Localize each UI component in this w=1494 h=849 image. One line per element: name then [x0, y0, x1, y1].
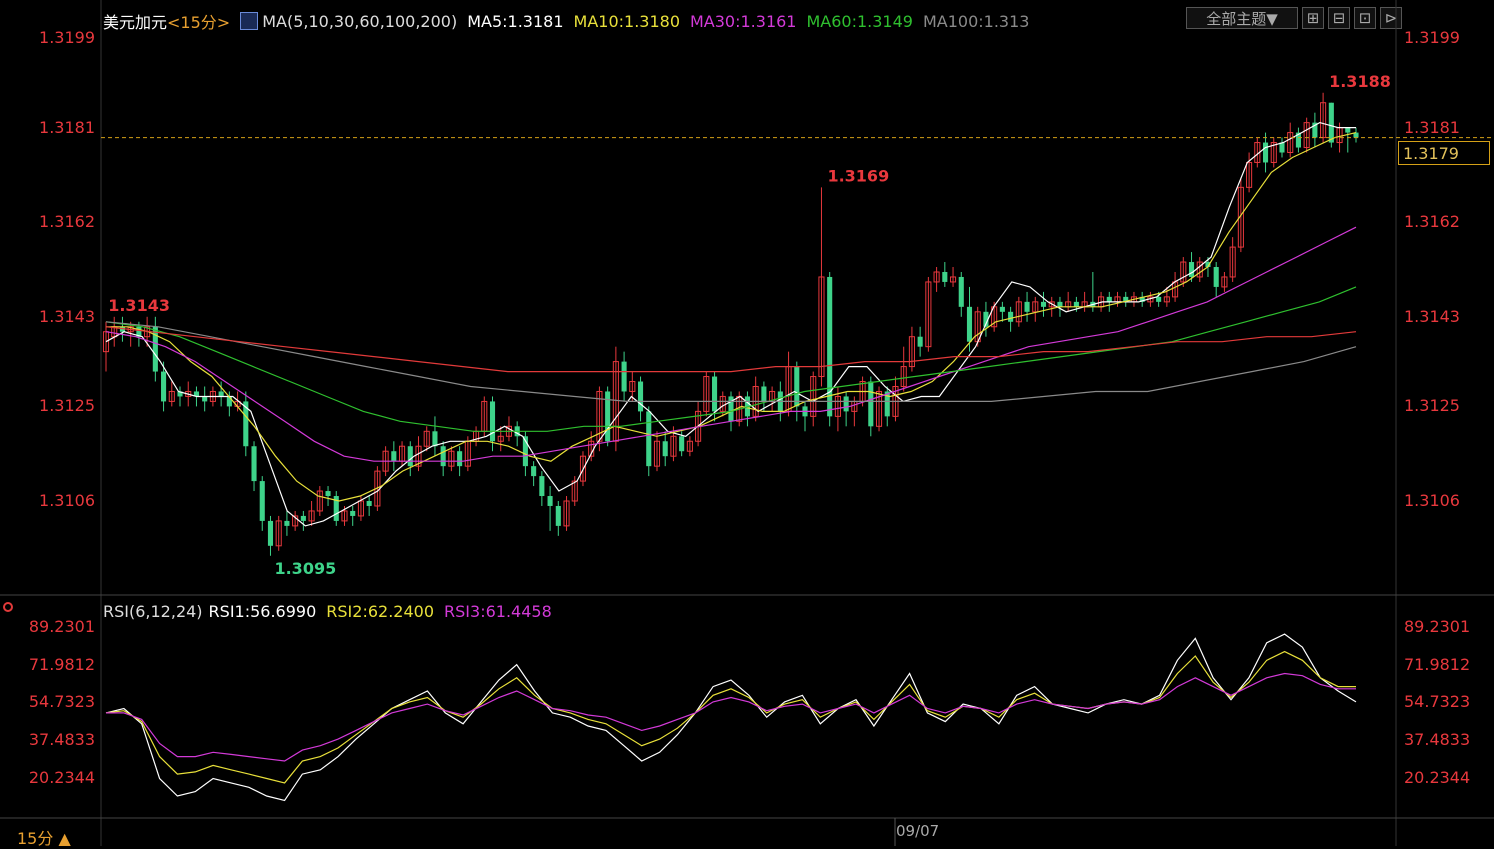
- candle-body-down: [251, 446, 257, 482]
- candle-body-down: [226, 396, 232, 407]
- candle-body-down: [1345, 127, 1351, 133]
- candle-body-down: [300, 515, 306, 521]
- candle-body-down: [366, 501, 372, 506]
- price-annotation: 1.3169: [827, 166, 889, 185]
- price-annotation: 1.3188: [1329, 72, 1391, 91]
- candle-body-down: [1073, 301, 1079, 307]
- candle-body-down: [539, 476, 545, 497]
- candle-body-down: [391, 451, 397, 462]
- candle-body-down: [1156, 296, 1162, 302]
- candle-body-down: [1024, 301, 1030, 312]
- candle-body-down: [531, 466, 537, 477]
- candle-body-down: [843, 396, 849, 412]
- rsi-line-rsi1: [105, 633, 1357, 802]
- candle-body-down: [218, 391, 224, 397]
- candle-body-down: [1279, 142, 1285, 153]
- candle-body-down: [966, 306, 973, 342]
- candle-body-down: [1057, 301, 1063, 307]
- candle-body-down: [637, 381, 644, 412]
- price-annotation: 1.3143: [108, 296, 170, 315]
- candle-body-down: [259, 481, 265, 521]
- candle-body-down: [1106, 296, 1112, 302]
- candle-body-down: [1262, 142, 1269, 163]
- candle-body-down: [284, 520, 290, 526]
- candle-body-down: [794, 366, 800, 407]
- price-chart-svg: 1.3143 1.3095 1.3169 1.3188: [0, 0, 1494, 846]
- candle-body-down: [161, 371, 167, 402]
- candle-body-down: [432, 431, 438, 447]
- ma-line-ma200: [105, 326, 1357, 373]
- candle-body-down: [868, 381, 874, 427]
- candle-body-down: [202, 396, 208, 402]
- candle-body-down: [489, 401, 496, 442]
- candle-body-down: [1040, 301, 1047, 307]
- price-annotation: 1.3095: [274, 559, 336, 578]
- candle-body-down: [547, 496, 553, 506]
- candle-body-down: [555, 505, 561, 526]
- candle-body-down: [621, 361, 627, 392]
- rsi-line-rsi3: [106, 672, 1356, 762]
- ma-line-ma5: [105, 121, 1356, 527]
- candle-body-down: [457, 451, 463, 467]
- candle-body-down: [1008, 311, 1014, 322]
- candle-body-down: [917, 336, 923, 347]
- candle-body-down: [761, 386, 767, 402]
- rsi-line-rsi2: [105, 650, 1356, 784]
- candle-body-down: [958, 276, 964, 307]
- candle-body-down: [646, 411, 652, 467]
- ma-line-ma10: [106, 132, 1357, 502]
- candle-body-down: [407, 446, 413, 467]
- candle-body-down: [267, 520, 274, 546]
- candle-body-down: [1188, 262, 1195, 277]
- candle-body-down: [440, 446, 446, 467]
- candle-body-down: [662, 441, 668, 457]
- candle-body-down: [942, 271, 948, 282]
- candle-body-down: [325, 491, 331, 497]
- ma-line-ma100: [105, 321, 1357, 402]
- candle-body-down: [1328, 102, 1334, 143]
- candle-body-down: [712, 376, 718, 412]
- candle-body-down: [679, 436, 685, 452]
- candle-body-down: [999, 306, 1005, 312]
- candle-body-down: [1213, 267, 1219, 287]
- candle-body-down: [350, 510, 356, 516]
